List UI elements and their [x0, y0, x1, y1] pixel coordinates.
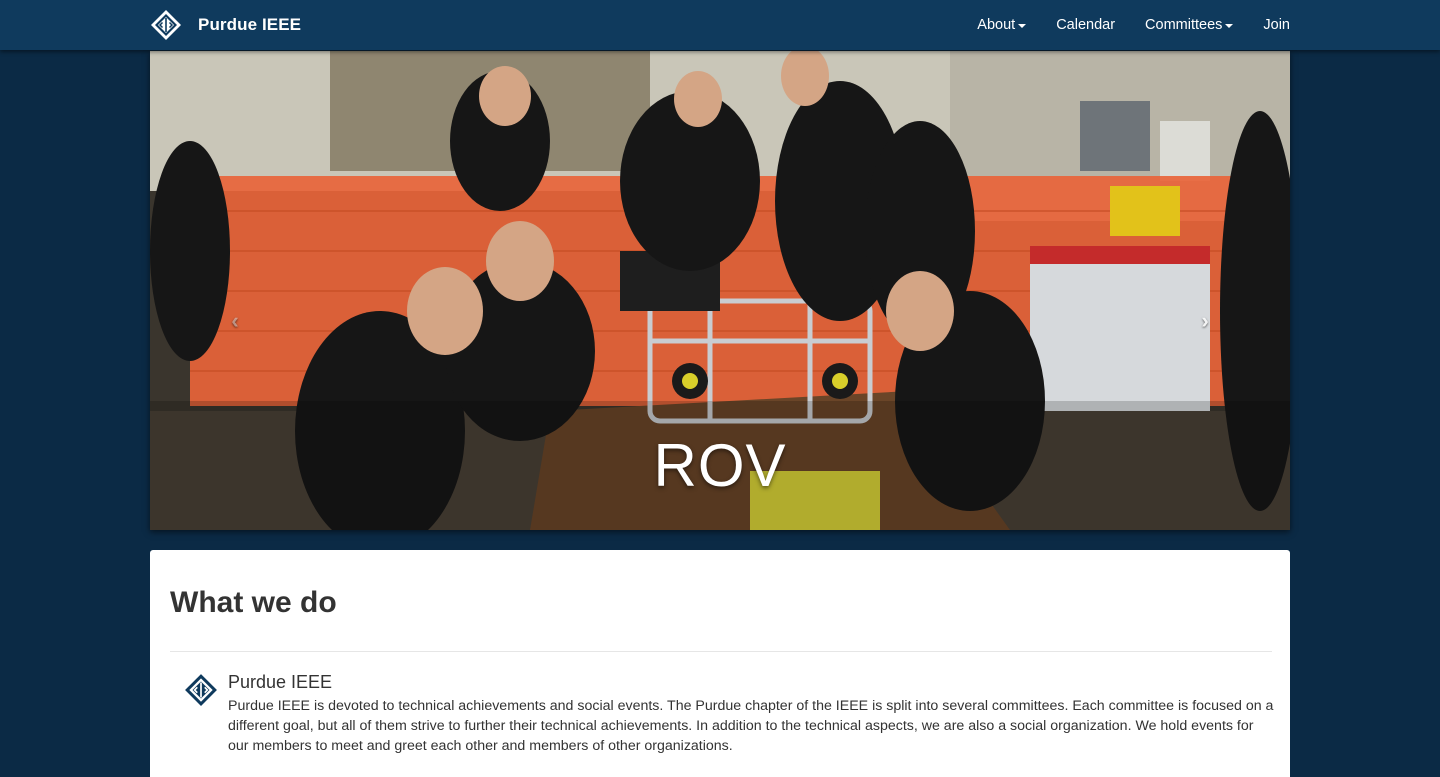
carousel-prev-button[interactable]: ‹: [220, 303, 250, 339]
section-divider: [170, 651, 1272, 652]
nav-committees-label: Committees: [1145, 17, 1223, 33]
item-description: Purdue IEEE is devoted to technical achi…: [228, 698, 1274, 754]
brand-name: Purdue IEEE: [198, 15, 302, 34]
ieee-logo-icon: [185, 674, 217, 706]
carousel-caption: ROV: [653, 432, 787, 499]
ieee-logo-icon: [151, 10, 181, 40]
nav-about-label: About: [977, 17, 1016, 33]
nav-about[interactable]: About: [977, 17, 1027, 33]
chevron-right-icon: ›: [1201, 308, 1209, 333]
brand-link[interactable]: Purdue IEEE: [150, 8, 301, 42]
caret-down-icon: [1225, 24, 1234, 28]
what-we-do-panel: What we do Purdue IEEE Purdue IEEE is de…: [150, 550, 1290, 777]
hero-carousel: ‹ › ROV: [150, 51, 1290, 530]
section-title: What we do: [170, 586, 337, 619]
chevron-left-icon: ‹: [231, 308, 239, 333]
nav-join[interactable]: Join: [1263, 17, 1290, 33]
nav-calendar[interactable]: Calendar: [1056, 17, 1115, 33]
main-nav: About Calendar Committees Join: [947, 0, 1290, 50]
item-heading: Purdue IEEE: [228, 672, 333, 692]
nav-join-label: Join: [1263, 17, 1290, 33]
carousel-next-button[interactable]: ›: [1190, 303, 1220, 339]
caret-down-icon: [1018, 24, 1027, 28]
nav-committees[interactable]: Committees: [1145, 17, 1234, 33]
nav-calendar-label: Calendar: [1056, 17, 1116, 33]
navbar: Purdue IEEE About Calendar Committees Jo…: [0, 0, 1440, 50]
